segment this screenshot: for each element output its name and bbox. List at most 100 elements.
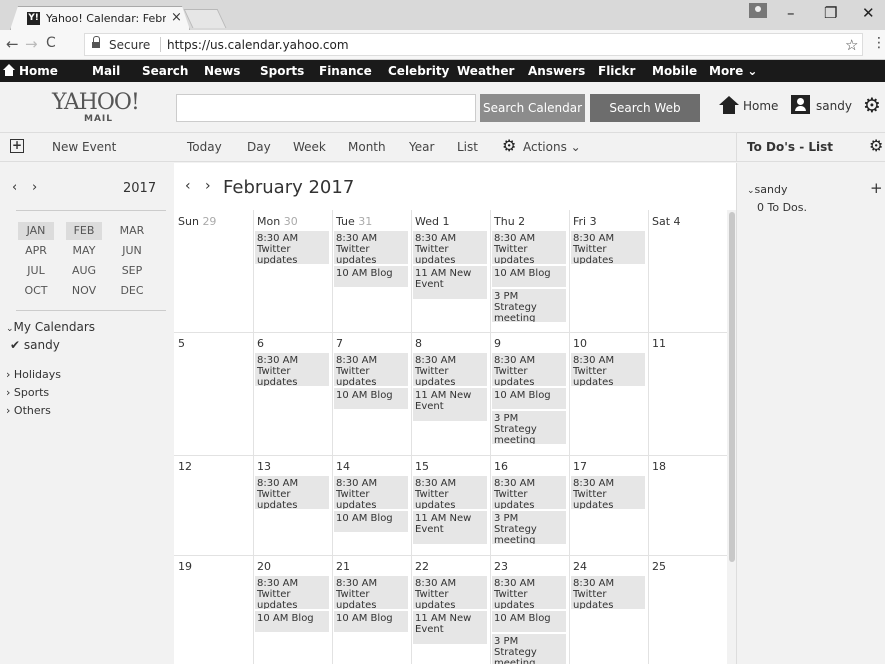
day-cell[interactable]: 20 8:30 AM Twitter updates 10 AM Blog [253, 555, 332, 664]
event-chip[interactable]: 8:30 AM Twitter updates [255, 231, 329, 264]
event-chip[interactable]: 8:30 AM Twitter updates [492, 576, 566, 609]
scrollbar-thumb[interactable] [729, 212, 735, 562]
month-jul[interactable]: JUL [18, 262, 54, 280]
event-chip[interactable]: 10 AM Blog [334, 611, 408, 632]
back-arrow-icon[interactable]: ← [6, 35, 19, 53]
day-cell[interactable]: 12 [174, 455, 253, 555]
day-cell[interactable]: 17 8:30 AM Twitter updates [569, 455, 648, 555]
event-chip[interactable]: 8:30 AM Twitter updates [334, 231, 408, 264]
avatar[interactable] [791, 95, 810, 114]
month-oct[interactable]: OCT [18, 282, 54, 300]
day-cell[interactable]: 24 8:30 AM Twitter updates [569, 555, 648, 664]
event-chip[interactable]: 8:30 AM Twitter updates [413, 576, 487, 609]
event-chip[interactable]: 3 PM Strategy meeting [492, 634, 566, 664]
event-chip[interactable]: 11 AM New Event [413, 611, 487, 644]
calendar-sandy[interactable]: ✔ sandy [10, 338, 60, 352]
new-event-button[interactable]: New Event [52, 140, 116, 154]
day-cell[interactable]: 13 8:30 AM Twitter updates [253, 455, 332, 555]
forward-arrow-icon[interactable]: → [25, 35, 38, 53]
nav-mail[interactable]: Mail [92, 64, 120, 78]
nav-more[interactable]: More ⌄ [709, 64, 757, 78]
event-chip[interactable]: 10 AM Blog [334, 266, 408, 287]
tab-close-icon[interactable]: × [171, 10, 182, 25]
month-may[interactable]: MAY [66, 242, 102, 260]
day-cell[interactable]: 7 8:30 AM Twitter updates 10 AM Blog [332, 332, 411, 455]
event-chip[interactable]: 3 PM Strategy meeting [492, 411, 566, 444]
event-chip[interactable]: 10 AM Blog [255, 611, 329, 632]
event-chip[interactable]: 8:30 AM Twitter updates [413, 476, 487, 509]
view-year[interactable]: Year [409, 140, 434, 154]
event-chip[interactable]: 8:30 AM Twitter updates [492, 476, 566, 509]
nav-mobile[interactable]: Mobile [652, 64, 697, 78]
nav-celebrity[interactable]: Celebrity [388, 64, 449, 78]
search-calendar-button[interactable]: Search Calendar [480, 94, 585, 122]
new-tab-button[interactable] [183, 9, 227, 28]
day-cell[interactable]: 6 8:30 AM Twitter updates [253, 332, 332, 455]
event-chip[interactable]: 11 AM New Event [413, 388, 487, 421]
event-chip[interactable]: 8:30 AM Twitter updates [492, 231, 566, 264]
day-cell[interactable]: Sat 4 [648, 210, 727, 332]
event-chip[interactable]: 8:30 AM Twitter updates [413, 231, 487, 264]
event-chip[interactable]: 8:30 AM Twitter updates [255, 476, 329, 509]
event-chip[interactable]: 8:30 AM Twitter updates [413, 353, 487, 386]
month-dec[interactable]: DEC [114, 282, 150, 300]
month-sep[interactable]: SEP [114, 262, 150, 280]
view-day[interactable]: Day [247, 140, 271, 154]
day-cell[interactable]: Thu 2 8:30 AM Twitter updates 10 AM Blog 3 … [490, 210, 569, 332]
home-icon[interactable] [719, 96, 739, 116]
view-month[interactable]: Month [348, 140, 386, 154]
minimize-icon[interactable]: – [787, 4, 795, 22]
year-prev-icon[interactable]: ‹ [12, 180, 17, 195]
event-chip[interactable]: 10 AM Blog [334, 388, 408, 409]
view-today[interactable]: Today [187, 140, 222, 154]
nav-weather[interactable]: Weather [457, 64, 514, 78]
month-jan[interactable]: JAN [18, 222, 54, 240]
event-chip[interactable]: 11 AM New Event [413, 266, 487, 299]
day-cell[interactable]: 15 8:30 AM Twitter updates 11 AM New Event [411, 455, 490, 555]
view-list[interactable]: List [457, 140, 478, 154]
day-cell[interactable]: Tue 31 8:30 AM Twitter updates 10 AM Blog [332, 210, 411, 332]
month-nov[interactable]: NOV [66, 282, 102, 300]
view-week[interactable]: Week [293, 140, 326, 154]
group-holidays[interactable]: › Holidays [6, 368, 61, 381]
event-chip[interactable]: 8:30 AM Twitter updates [334, 353, 408, 386]
browser-tab[interactable]: Y! Yahoo! Calendar: Februa × [10, 6, 190, 30]
year-next-icon[interactable]: › [32, 180, 37, 195]
group-sports[interactable]: › Sports [6, 386, 49, 399]
day-cell[interactable]: 5 [174, 332, 253, 455]
event-chip[interactable]: 10 AM Blog [492, 266, 566, 287]
todos-user-toggle[interactable]: ⌄sandy [747, 183, 787, 196]
url-input[interactable]: Secure https://us.calendar.yahoo.com ☆ [84, 33, 863, 56]
nav-answers[interactable]: Answers [528, 64, 585, 78]
day-cell[interactable]: 9 8:30 AM Twitter updates 10 AM Blog 3 PM S… [490, 332, 569, 455]
day-cell[interactable]: Wed 1 8:30 AM Twitter updates 11 AM New Ev… [411, 210, 490, 332]
bookmark-star-icon[interactable]: ☆ [845, 36, 858, 54]
nav-search[interactable]: Search [142, 64, 188, 78]
day-cell[interactable]: 16 8:30 AM Twitter updates 3 PM Strategy m… [490, 455, 569, 555]
home-nav-icon[interactable] [3, 64, 15, 76]
day-cell[interactable]: 19 [174, 555, 253, 664]
todos-settings-gear-icon[interactable]: ⚙ [869, 138, 883, 154]
month-jun[interactable]: JUN [114, 242, 150, 260]
day-cell[interactable]: 18 [648, 455, 727, 555]
month-feb[interactable]: FEB [66, 222, 102, 240]
event-chip[interactable]: 8:30 AM Twitter updates [334, 476, 408, 509]
my-calendars-toggle[interactable]: ⌄My Calendars [6, 320, 95, 334]
day-cell[interactable]: Mon 30 8:30 AM Twitter updates [253, 210, 332, 332]
nav-sports[interactable]: Sports [260, 64, 304, 78]
browser-profile-icon[interactable] [749, 3, 767, 18]
day-cell[interactable]: 11 [648, 332, 727, 455]
actions-gear-icon[interactable]: ⚙ [502, 138, 516, 154]
browser-menu-icon[interactable]: ⋮ [872, 35, 885, 51]
yahoo-mail-logo[interactable]: YAHOO! [52, 90, 140, 115]
day-cell[interactable]: 14 8:30 AM Twitter updates 10 AM Blog [332, 455, 411, 555]
event-chip[interactable]: 8:30 AM Twitter updates [571, 353, 645, 386]
event-chip[interactable]: 8:30 AM Twitter updates [255, 353, 329, 386]
event-chip[interactable]: 10 AM Blog [334, 511, 408, 532]
window-close-icon[interactable]: ✕ [862, 4, 875, 22]
day-cell[interactable]: 21 8:30 AM Twitter updates 10 AM Blog [332, 555, 411, 664]
nav-finance[interactable]: Finance [319, 64, 372, 78]
event-chip[interactable]: 8:30 AM Twitter updates [571, 231, 645, 264]
day-cell[interactable]: 25 [648, 555, 727, 664]
group-others[interactable]: › Others [6, 404, 51, 417]
